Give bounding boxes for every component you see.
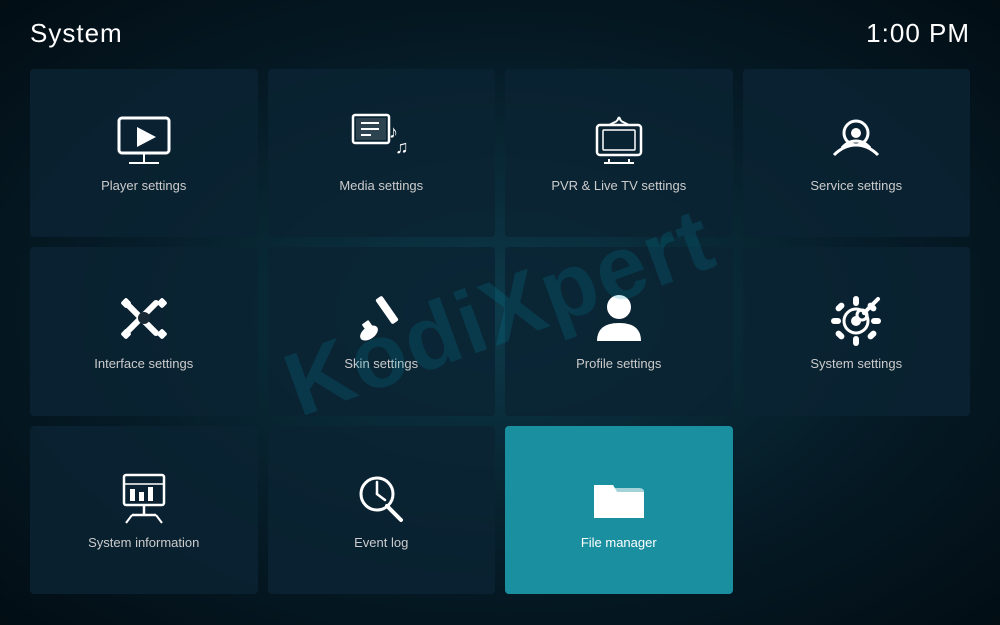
player-icon — [114, 113, 174, 168]
tile-file-manager[interactable]: File manager — [505, 426, 733, 594]
clock: 1:00 PM — [866, 18, 970, 49]
tile-system-information[interactable]: System information — [30, 426, 258, 594]
tile-pvr-settings[interactable]: PVR & Live TV settings — [505, 69, 733, 237]
file-manager-icon — [589, 470, 649, 525]
interface-settings-label: Interface settings — [94, 356, 193, 371]
event-log-label: Event log — [354, 535, 408, 550]
event-log-icon — [351, 470, 411, 525]
skin-icon — [351, 291, 411, 346]
profile-icon — [589, 291, 649, 346]
header: System 1:00 PM — [0, 0, 1000, 59]
skin-settings-label: Skin settings — [344, 356, 418, 371]
player-settings-label: Player settings — [101, 178, 186, 193]
tile-profile-settings[interactable]: Profile settings — [505, 247, 733, 415]
tile-skin-settings[interactable]: Skin settings — [268, 247, 496, 415]
system-settings-label: System settings — [810, 356, 902, 371]
page-title: System — [30, 18, 123, 49]
settings-grid: Player settings ♪ ♫ Media settings PVR &… — [0, 59, 1000, 614]
service-settings-label: Service settings — [810, 178, 902, 193]
tile-service-settings[interactable]: Service settings — [743, 69, 971, 237]
pvr-settings-label: PVR & Live TV settings — [551, 178, 686, 193]
media-icon: ♪ ♫ — [351, 113, 411, 168]
tile-player-settings[interactable]: Player settings — [30, 69, 258, 237]
profile-settings-label: Profile settings — [576, 356, 661, 371]
pvr-icon — [589, 113, 649, 168]
media-settings-label: Media settings — [339, 178, 423, 193]
service-icon — [826, 113, 886, 168]
tile-event-log[interactable]: Event log — [268, 426, 496, 594]
tile-system-settings[interactable]: System settings — [743, 247, 971, 415]
system-information-label: System information — [88, 535, 199, 550]
tile-empty — [743, 426, 971, 594]
tile-interface-settings[interactable]: Interface settings — [30, 247, 258, 415]
interface-icon — [114, 291, 174, 346]
svg-text:♫: ♫ — [395, 137, 409, 157]
system-info-icon — [114, 470, 174, 525]
file-manager-label: File manager — [581, 535, 657, 550]
system-settings-icon — [826, 291, 886, 346]
tile-media-settings[interactable]: ♪ ♫ Media settings — [268, 69, 496, 237]
